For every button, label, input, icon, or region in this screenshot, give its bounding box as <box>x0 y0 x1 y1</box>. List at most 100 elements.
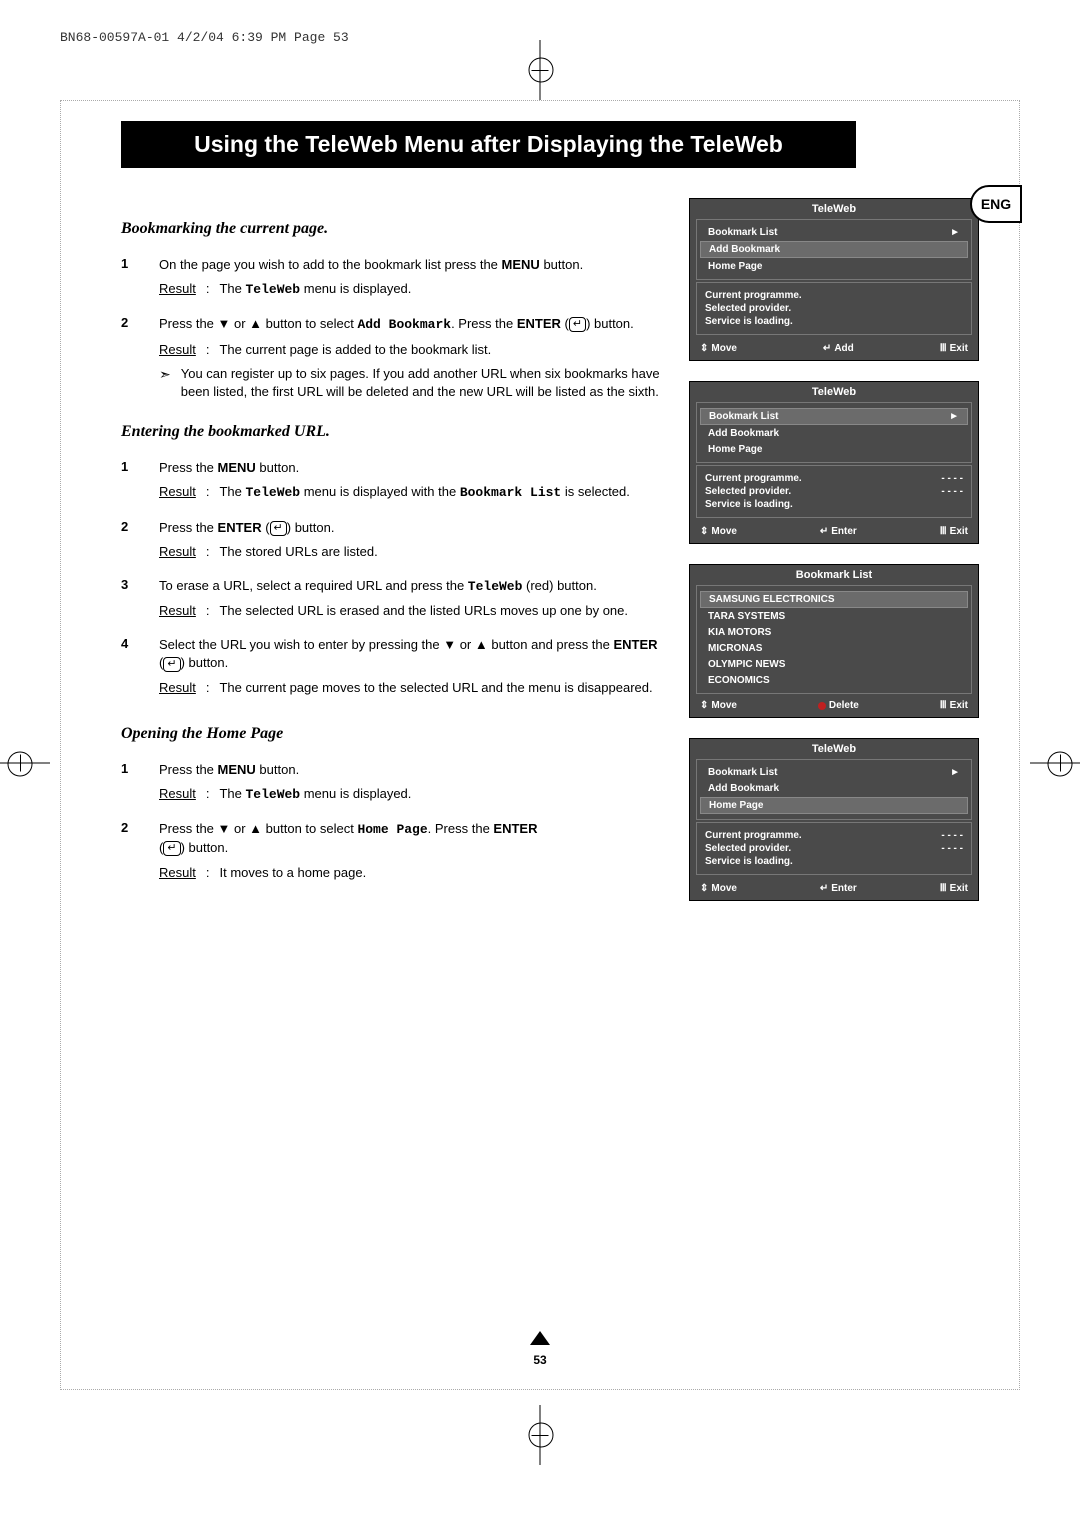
step-text: . Press the <box>451 316 513 331</box>
osd-teleweb-homepage: TeleWeb Bookmark List► Add Bookmark Home… <box>689 738 979 901</box>
enter-icon: ↵ <box>163 841 180 856</box>
osd-info-value: - - - - <box>941 473 963 484</box>
step-text: On the page you wish to add to the bookm… <box>159 257 498 272</box>
exit-icon: Ⅲ <box>940 343 947 354</box>
enter-label: ENTER <box>218 520 262 535</box>
osd-menu-item: Bookmark List <box>708 227 777 238</box>
chevron-right-icon: ► <box>950 227 960 238</box>
osd-info-text: Selected provider. <box>705 303 791 314</box>
result-text: menu is displayed. <box>300 786 411 801</box>
osd-menu-item: Home Page <box>709 800 763 811</box>
result-text: menu is displayed with the <box>300 484 460 499</box>
osd-info-text: Selected provider. <box>705 486 791 497</box>
osd-footer-label: Enter <box>831 526 857 537</box>
chevron-right-icon: ► <box>950 767 960 778</box>
result-text: The stored URLs are listed. <box>219 543 377 561</box>
osd-footer-label: Move <box>711 526 737 537</box>
add-bookmark-label: Add Bookmark <box>357 317 451 332</box>
osd-bookmark-item: SAMSUNG ELECTRONICS <box>700 591 968 608</box>
instructions-column: Bookmarking the current page. 1 On the p… <box>121 198 661 901</box>
result-label: Result <box>159 341 196 359</box>
add-icon: ↵ <box>823 343 831 354</box>
osd-column: TeleWeb Bookmark List ► Add Bookmark Home… <box>689 198 979 901</box>
result-text: The <box>219 786 245 801</box>
section-heading-entering: Entering the bookmarked URL. <box>121 423 661 441</box>
osd-info-value: - - - - <box>941 843 963 854</box>
step-number: 1 <box>121 256 135 305</box>
step-text: button. <box>256 460 299 475</box>
osd-bookmark-item: OLYMPIC NEWS <box>700 657 968 672</box>
osd-menu-item: Home Page <box>708 444 762 455</box>
language-tab: ENG <box>970 185 1022 223</box>
osd-info-value: - - - - <box>941 830 963 841</box>
osd-teleweb-bookmarklist: TeleWeb Bookmark List► Add Bookmark Home… <box>689 381 979 544</box>
osd-footer-label: Exit <box>950 700 968 711</box>
home-page-label: Home Page <box>357 822 427 837</box>
osd-footer-label: Add <box>834 343 853 354</box>
osd-info-text: Service is loading. <box>705 856 793 867</box>
step-text: To erase a URL, select a required URL an… <box>159 578 468 593</box>
step-number: 4 <box>121 636 135 703</box>
osd-footer-label: Exit <box>950 526 968 537</box>
osd-bookmark-list: Bookmark List SAMSUNG ELECTRONICS TARA S… <box>689 564 979 718</box>
result-text: It moves to a home page. <box>219 864 366 882</box>
menu-label: MENU <box>218 460 256 475</box>
move-icon: ⇕ <box>700 526 708 537</box>
result-label: Result <box>159 785 196 804</box>
result-text: is selected. <box>561 484 630 499</box>
osd-title: TeleWeb <box>690 382 978 402</box>
enter-icon: ↵ <box>820 526 828 537</box>
step-number: 2 <box>121 820 135 888</box>
page-title: Using the TeleWeb Menu after Displaying … <box>121 121 856 168</box>
enter-label: ENTER <box>614 637 658 652</box>
osd-bookmark-item: KIA MOTORS <box>700 625 968 640</box>
enter-label: ENTER <box>493 821 537 836</box>
step-number: 1 <box>121 761 135 810</box>
osd-footer-label: Move <box>711 343 737 354</box>
result-label: Result <box>159 543 196 561</box>
move-icon: ⇕ <box>700 700 708 711</box>
osd-info-text: Service is loading. <box>705 499 793 510</box>
move-icon: ⇕ <box>700 883 708 894</box>
osd-bookmark-item: TARA SYSTEMS <box>700 609 968 624</box>
result-text: The selected URL is erased and the liste… <box>219 602 628 620</box>
osd-menu-item: Bookmark List <box>708 767 777 778</box>
osd-menu-item: Add Bookmark <box>709 244 780 255</box>
step-number: 1 <box>121 459 135 508</box>
chevron-right-icon: ► <box>949 411 959 422</box>
step-text: ) button. <box>181 840 229 855</box>
teleweb-label: TeleWeb <box>246 282 301 297</box>
move-icon: ⇕ <box>700 343 708 354</box>
osd-menu-item: Add Bookmark <box>708 428 779 439</box>
osd-info-text: Current programme. <box>705 290 802 301</box>
osd-menu-item: Home Page <box>708 261 762 272</box>
osd-footer-label: Exit <box>950 343 968 354</box>
result-label: Result <box>159 679 196 697</box>
step-text: ) button. <box>287 520 335 535</box>
enter-icon: ↵ <box>820 883 828 894</box>
step-text: ) button. <box>586 316 634 331</box>
delete-icon <box>818 702 826 710</box>
osd-bookmark-item: ECONOMICS <box>700 673 968 688</box>
page-number: 53 <box>533 1353 546 1367</box>
osd-footer-label: Move <box>711 883 737 894</box>
step-number: 2 <box>121 315 135 401</box>
page-arrow-icon <box>530 1331 550 1345</box>
step-text: ( <box>262 520 270 535</box>
step-number: 3 <box>121 577 135 626</box>
osd-footer-label: Exit <box>950 883 968 894</box>
enter-label: ENTER <box>517 316 561 331</box>
teleweb-label: TeleWeb <box>246 485 301 500</box>
osd-footer-label: Delete <box>829 700 859 711</box>
step-text: ) button. <box>181 655 229 670</box>
osd-title: Bookmark List <box>690 565 978 585</box>
note-text: You can register up to six pages. If you… <box>181 365 661 401</box>
note-icon: ➣ <box>159 365 171 401</box>
osd-title: TeleWeb <box>690 199 978 219</box>
osd-footer-label: Enter <box>831 883 857 894</box>
step-text: Press the ▼ or ▲ button to select <box>159 316 357 331</box>
step-text: button. <box>256 762 299 777</box>
osd-info-text: Selected provider. <box>705 843 791 854</box>
osd-teleweb-addbookmark: TeleWeb Bookmark List ► Add Bookmark Home… <box>689 198 979 361</box>
exit-icon: Ⅲ <box>940 883 947 894</box>
